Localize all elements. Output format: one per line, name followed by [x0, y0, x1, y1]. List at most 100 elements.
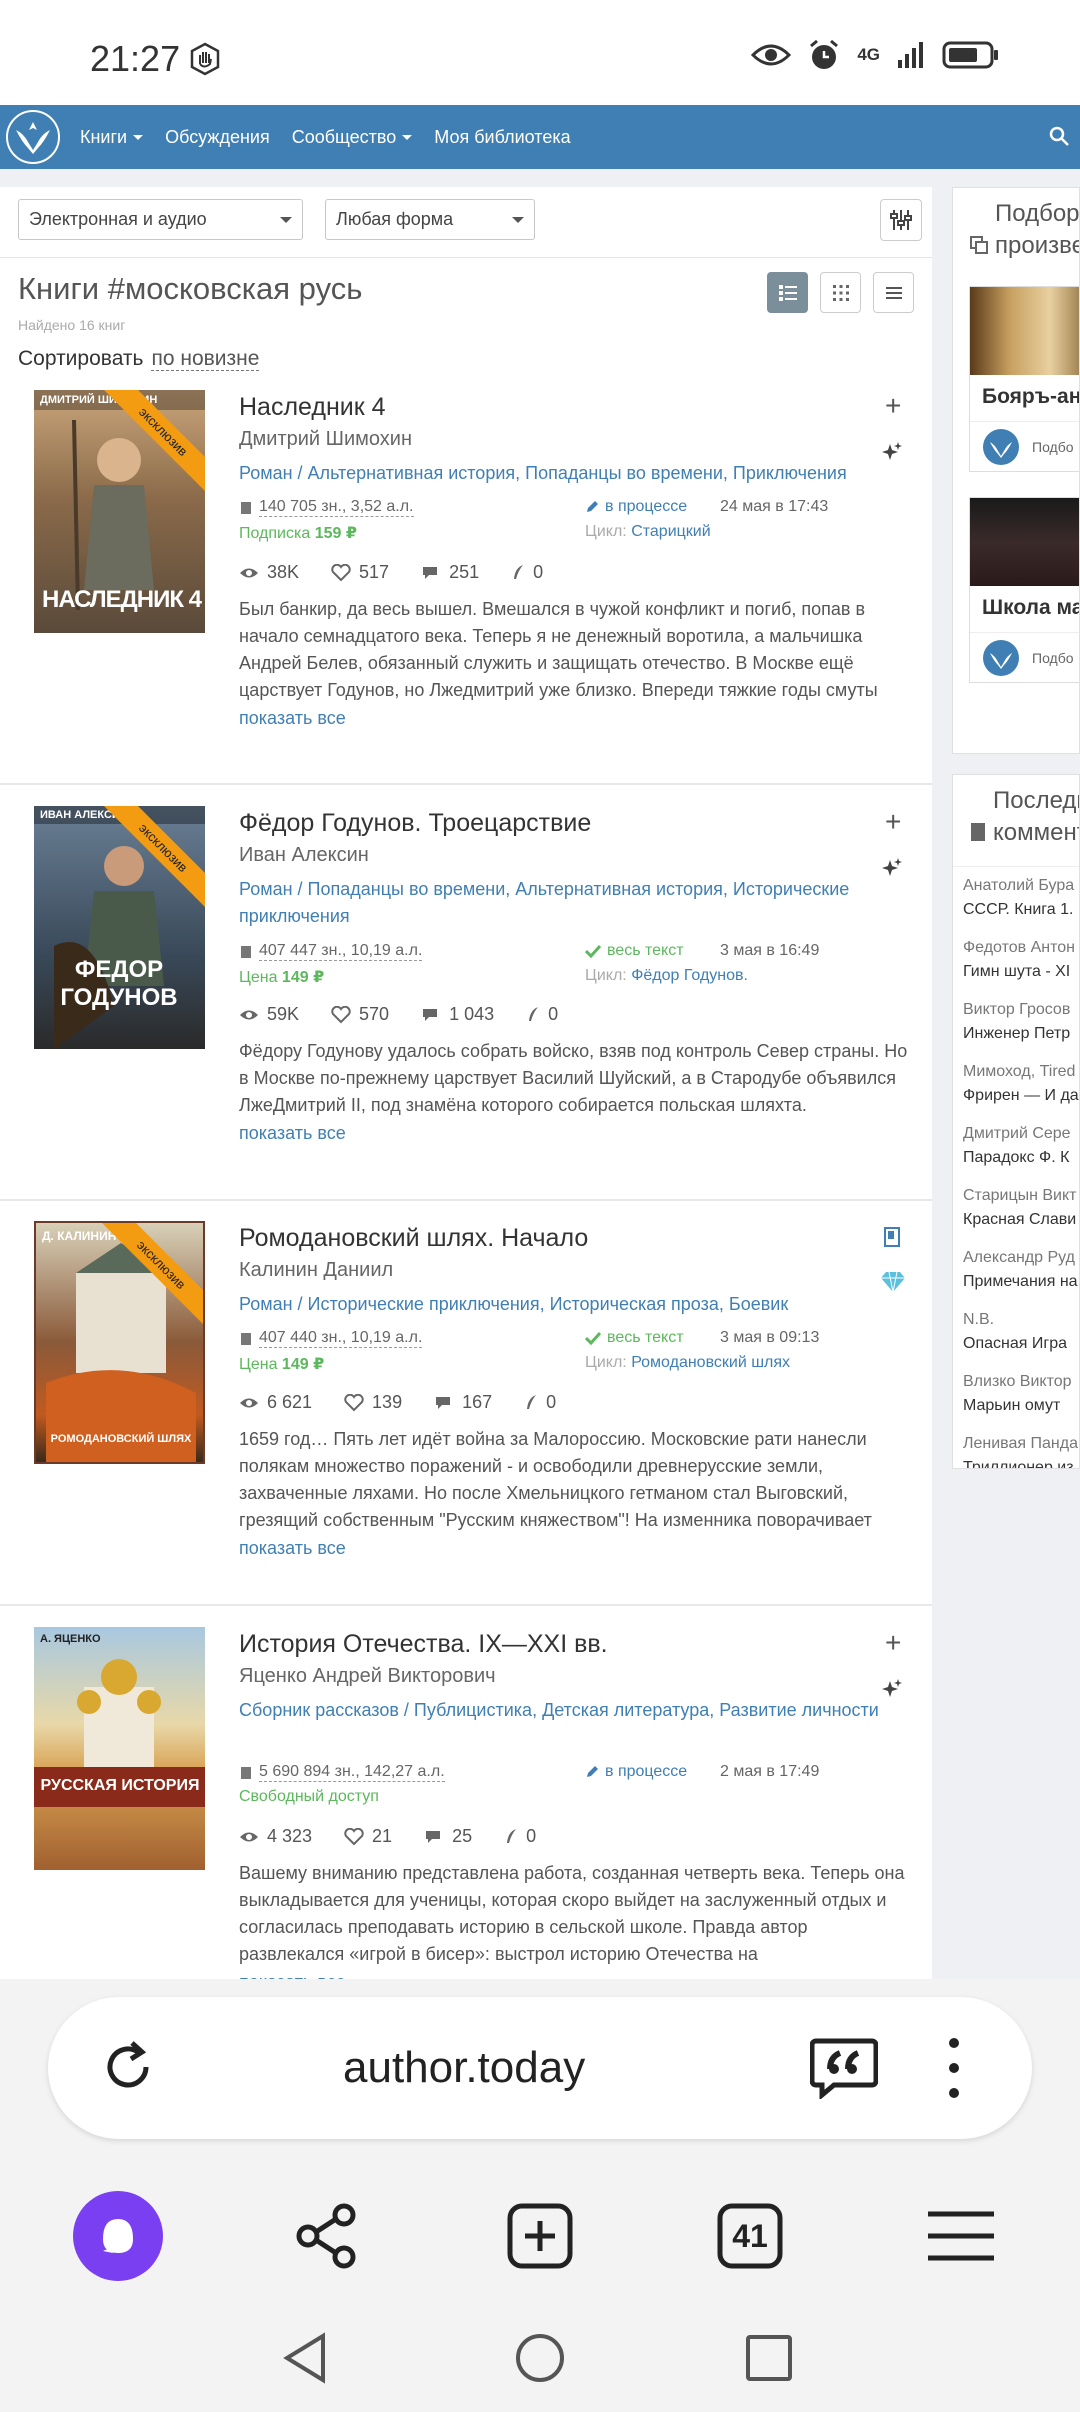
book-title-link[interactable]: История Отечества. IX—XXI вв.: [239, 1630, 608, 1659]
book-cycle-link[interactable]: Фёдор Годунов.: [631, 967, 748, 984]
add-to-library-button[interactable]: +: [885, 806, 901, 838]
type-select[interactable]: Электронная и аудио: [18, 199, 303, 240]
pick-card[interactable]: Бояръ-ан Подбо: [969, 286, 1079, 472]
pick-card[interactable]: Школа ма Подбо: [969, 497, 1079, 683]
reload-icon[interactable]: [98, 2037, 158, 2097]
book-author-link[interactable]: Калинин Даниил: [239, 1259, 393, 1282]
add-to-library-button[interactable]: +: [885, 390, 901, 422]
grid-view-button[interactable]: [820, 272, 861, 313]
show-all-link[interactable]: показать все: [239, 1123, 346, 1144]
compact-view-button[interactable]: [873, 272, 914, 313]
comment-item[interactable]: Влизко Виктор Марьин омут: [953, 1371, 1079, 1419]
book-genres[interactable]: Роман / Попаданцы во времени, Альтернати…: [239, 876, 889, 930]
nav-my-library[interactable]: Моя библиотека: [434, 127, 570, 148]
comment-item[interactable]: N.B. Опасная Игра: [953, 1309, 1079, 1357]
share-button[interactable]: [282, 2191, 372, 2281]
book-icon: [241, 1766, 251, 1779]
sparkles-icon[interactable]: [882, 1679, 902, 1699]
list-detail-icon: [778, 284, 797, 301]
show-all-link[interactable]: показать все: [239, 1538, 346, 1559]
sliders-icon: [890, 210, 912, 230]
form-select[interactable]: Любая форма: [325, 199, 535, 240]
book-genres[interactable]: Роман / Исторические приключения, Истори…: [239, 1291, 889, 1318]
book-author-link[interactable]: Иван Алексин: [239, 844, 369, 867]
home-icon[interactable]: [514, 2332, 566, 2384]
book-cycle-link[interactable]: Ромодановский шлях: [631, 1354, 790, 1371]
book-status: весь текст: [585, 942, 684, 960]
book-cycle-link[interactable]: Старицкий: [631, 523, 710, 540]
add-to-library-button[interactable]: +: [885, 1627, 901, 1659]
book-cover[interactable]: ИВАН АЛЕКСИН ФЕДОР ГОДУНОВ эксклюзив: [34, 806, 205, 1049]
comment-item[interactable]: Дмитрий Сере Парадокс Ф. К: [953, 1123, 1079, 1171]
nav-books[interactable]: Книги: [80, 127, 144, 148]
bookmark-icon[interactable]: [882, 1227, 902, 1247]
diamond-icon[interactable]: [880, 1271, 906, 1293]
sparkles-icon[interactable]: [882, 442, 902, 462]
menu-button[interactable]: [916, 2191, 1006, 2281]
book-cover[interactable]: ДМИТРИЙ ШИМОХИН НАСЛЕДНИК 4 эксклюзив: [34, 390, 205, 633]
book-card: Д. КАЛИНИН РОМОДАНОВСКИЙ ШЛЯХ эксклюзив …: [0, 1221, 932, 1606]
site-logo-icon[interactable]: [4, 108, 62, 166]
quote-icon[interactable]: [810, 2037, 878, 2099]
new-tab-button[interactable]: [495, 2191, 585, 2281]
cover-title-text: НАСЛЕДНИК 4: [42, 586, 202, 613]
heart-icon: [344, 1827, 364, 1845]
book-author-link[interactable]: Дмитрий Шимохин: [239, 428, 412, 451]
found-count: Найдено 16 книг: [18, 317, 126, 333]
sidebar: Подбор произведен Бояръ-ан Подбо Школа м…: [952, 187, 1080, 1469]
comment-item[interactable]: Старицын Викт Красная Слави: [953, 1185, 1079, 1233]
show-all-link[interactable]: показать все: [239, 708, 346, 729]
nav-community[interactable]: Сообщество: [292, 127, 413, 148]
likes-stat: 21: [344, 1826, 392, 1847]
main-column: Электронная и аудио Любая форма Книги #м…: [0, 187, 932, 1987]
book-stats: 59K 570 1 043 0: [239, 1004, 558, 1025]
book-cover[interactable]: А. ЯЦЕНКО РУССКАЯ ИСТОРИЯ: [34, 1627, 205, 1870]
more-vertical-icon[interactable]: [948, 2037, 960, 2099]
comment-item[interactable]: Федотов Антон Гимн шута - XI: [953, 937, 1079, 985]
alice-icon: [103, 2219, 133, 2253]
views-stat: 38K: [239, 562, 299, 583]
check-icon: [585, 1331, 601, 1345]
comment-item[interactable]: Александр Руд Примечания на: [953, 1247, 1079, 1295]
nav-discussions[interactable]: Обсуждения: [165, 127, 270, 148]
list-view-button[interactable]: [767, 272, 808, 313]
book-genres[interactable]: Роман / Альтернативная история, Попаданц…: [239, 460, 889, 487]
recents-icon[interactable]: [745, 2334, 793, 2382]
comment-item[interactable]: Ленивая Панда Триллионер из: [953, 1433, 1079, 1468]
comments-icon: [426, 1830, 441, 1843]
book-title-link[interactable]: Ромодановский шлях. Начало: [239, 1224, 588, 1253]
comment-item[interactable]: Мимоход, Tired Фрирен — И да: [953, 1061, 1079, 1109]
battery-icon: [942, 41, 998, 69]
views-stat: 59K: [239, 1004, 299, 1025]
pick-image: [970, 498, 1079, 586]
site-logo-icon: [983, 428, 1019, 465]
book-title-link[interactable]: Наследник 4: [239, 393, 386, 422]
tabs-button[interactable]: 41: [705, 2191, 795, 2281]
awards-stat: 0: [524, 1392, 556, 1413]
book-icon: [971, 823, 985, 841]
book-status: весь текст: [585, 1329, 684, 1347]
cover-title-text: РУССКАЯ ИСТОРИЯ: [40, 1777, 200, 1794]
views-stat: 4 323: [239, 1826, 312, 1847]
sort-value-link[interactable]: по новизне: [151, 347, 260, 371]
filter-settings-button[interactable]: [880, 199, 922, 241]
book-author-link[interactable]: Яценко Андрей Викторович: [239, 1665, 496, 1688]
book-icon: [241, 501, 251, 514]
comment-item[interactable]: Виктор Гросов Инженер Петр: [953, 999, 1079, 1047]
sparkles-icon[interactable]: [882, 858, 902, 878]
url-text[interactable]: author.today: [343, 2043, 585, 2093]
chevron-down-icon: [402, 134, 413, 140]
book-size: 140 705 зн., 3,52 а.л.: [239, 498, 414, 517]
book-status: в процессе: [585, 498, 687, 516]
search-icon[interactable]: [1048, 125, 1070, 147]
alice-assistant-button[interactable]: [73, 2191, 163, 2281]
book-title-link[interactable]: Фёдор Годунов. Троецарствие: [239, 809, 591, 838]
address-bar[interactable]: author.today: [48, 1997, 1032, 2139]
back-icon[interactable]: [283, 2332, 329, 2384]
awards-stat: 0: [504, 1826, 536, 1847]
comment-item[interactable]: Анатолий Бура СССР. Книга 1.: [953, 875, 1079, 923]
book-genres[interactable]: Сборник рассказов / Публицистика, Детска…: [239, 1697, 889, 1724]
book-cover[interactable]: Д. КАЛИНИН РОМОДАНОВСКИЙ ШЛЯХ эксклюзив: [34, 1221, 205, 1464]
book-description: Был банкир, да весь вышел. Вмешался в чу…: [239, 599, 878, 700]
likes-stat: 139: [344, 1392, 402, 1413]
